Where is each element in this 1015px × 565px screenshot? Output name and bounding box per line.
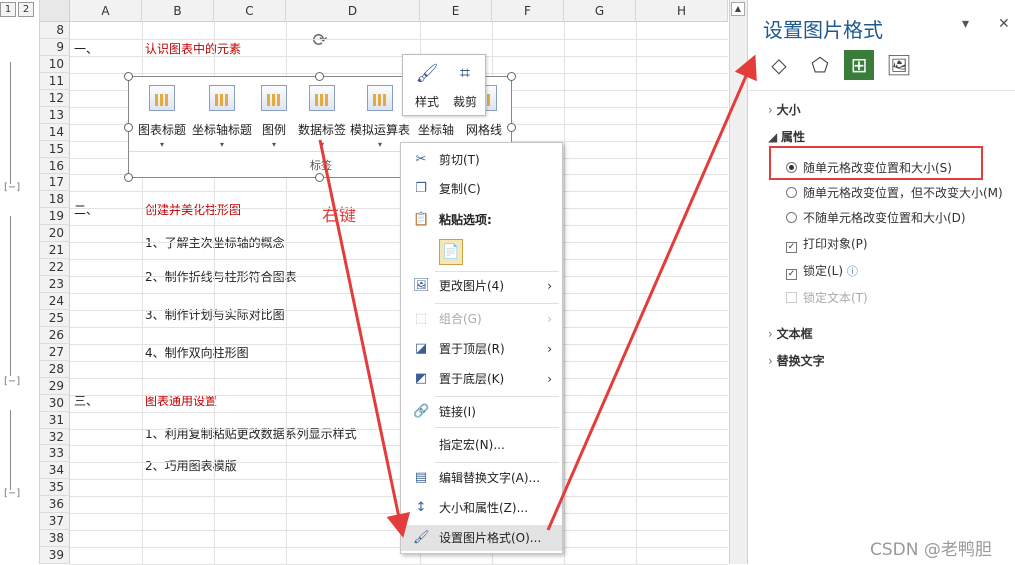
watermark: CSDN @老鸭胆 — [870, 540, 992, 560]
arrow-to-menu-item — [318, 139, 411, 538]
arrow-to-pane — [546, 54, 757, 531]
annotation-arrows — [318, 54, 757, 538]
